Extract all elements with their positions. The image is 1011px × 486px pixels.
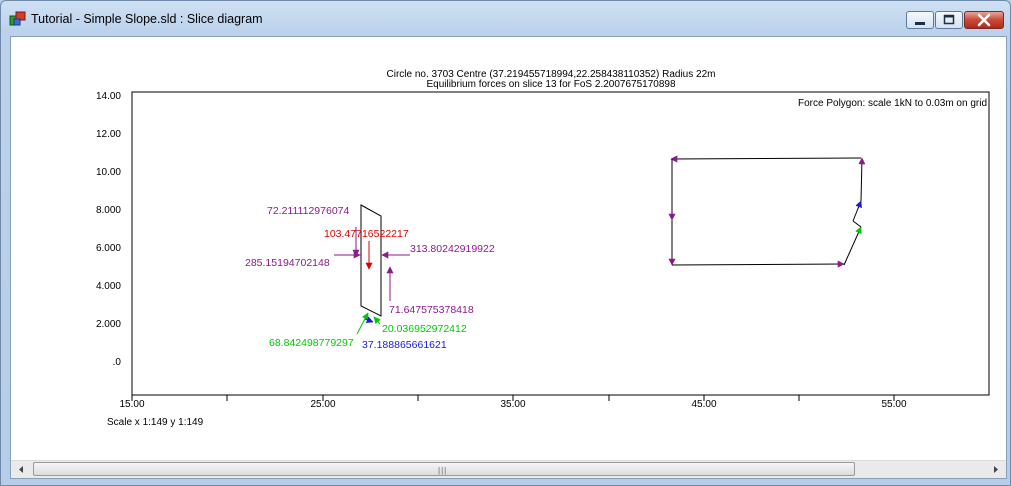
scroll-right-icon[interactable] — [987, 461, 1004, 478]
application-window: Tutorial - Simple Slope.sld : Slice diag… — [0, 0, 1011, 486]
horizontal-scrollbar[interactable]: ||| — [11, 460, 1006, 478]
y-tick-label: 2.000 — [96, 319, 121, 330]
slice-force-arrow — [373, 316, 381, 325]
force-label-103: 103.47716522217 — [324, 228, 409, 240]
slice-force-arrow — [356, 312, 369, 335]
force-label-285: 285.15194702148 — [245, 257, 330, 269]
slice-outline — [360, 204, 382, 317]
force-label-71: 71.647575378418 — [389, 304, 474, 316]
y-tick-label: 8.000 — [96, 205, 121, 216]
y-axis: 14.00 12.00 10.00 8.000 6.000 4.000 2.00… — [96, 91, 121, 368]
close-icon — [977, 13, 991, 27]
x-tick-label: 25.00 — [310, 399, 335, 410]
slice-diagram: Circle no. 3703 Centre (37.219455718994,… — [96, 69, 990, 428]
window-title: Tutorial - Simple Slope.sld : Slice diag… — [31, 12, 263, 26]
y-tick-label: .0 — [113, 357, 122, 368]
force-label-37: 37.188865661621 — [362, 339, 447, 351]
close-button[interactable] — [964, 11, 1004, 29]
diagram-heading-line2: Equilibrium forces on slice 13 for FoS 2… — [426, 79, 675, 90]
title-bar[interactable]: Tutorial - Simple Slope.sld : Slice diag… — [1, 1, 1010, 35]
plot-frame — [131, 91, 990, 396]
force-label-68: 68.842498779297 — [269, 337, 354, 349]
x-tick-label: 55.00 — [881, 399, 906, 410]
scrollbar-thumb[interactable]: ||| — [33, 462, 855, 476]
scroll-left-icon[interactable] — [13, 461, 30, 478]
maximize-button[interactable] — [935, 11, 963, 29]
slice-force-arrow — [364, 316, 374, 324]
y-tick-label: 14.00 — [96, 91, 121, 102]
maximize-icon — [943, 14, 955, 25]
force-label-20: 20.036952972412 — [382, 323, 467, 335]
force-polygon-caption: Force Polygon: scale 1kN to 0.03m on gri… — [798, 98, 987, 109]
minimize-button[interactable] — [906, 11, 934, 29]
scroll-grip-icon: ||| — [438, 466, 448, 475]
minimize-icon — [915, 22, 925, 25]
x-tick-label: 45.00 — [691, 399, 716, 410]
force-polygon — [668, 155, 866, 268]
y-tick-label: 4.000 — [96, 281, 121, 292]
force-label-313: 313.80242919922 — [410, 243, 495, 255]
app-icon — [9, 11, 26, 26]
y-tick-label: 6.000 — [96, 243, 121, 254]
force-label-72: 72.211112976074 — [267, 205, 349, 217]
scale-label: Scale x 1:149 y 1:149 — [107, 417, 204, 428]
x-tick-label: 15.00 — [119, 399, 144, 410]
y-tick-label: 10.00 — [96, 167, 121, 178]
y-tick-label: 12.00 — [96, 129, 121, 140]
diagram-client-area: Circle no. 3703 Centre (37.219455718994,… — [10, 36, 1007, 479]
x-tick-label: 35.00 — [500, 399, 525, 410]
